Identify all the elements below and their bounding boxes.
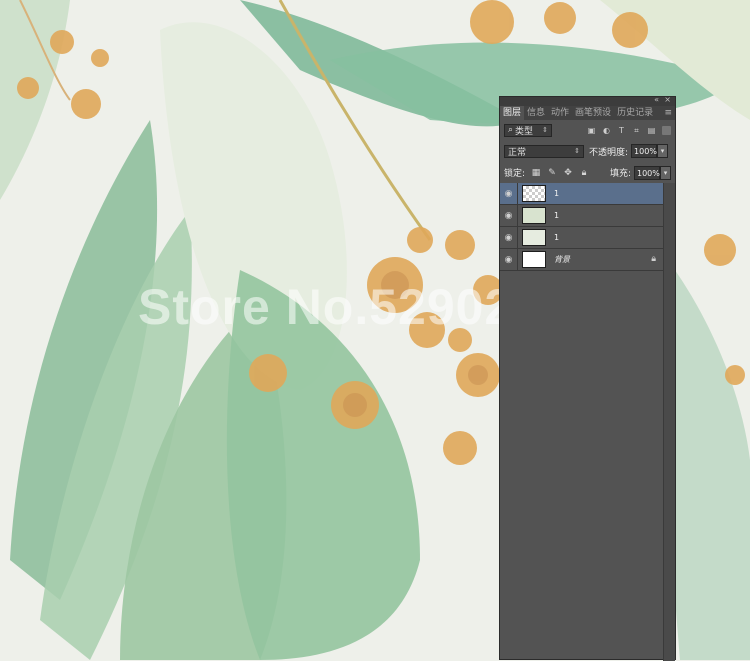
layer-name: 1 (554, 189, 560, 198)
fill-label: 填充: (609, 169, 631, 179)
layer-thumbnail (522, 185, 546, 202)
filter-toggle-icon[interactable] (662, 125, 671, 135)
chevron-down-icon: ⇕ (574, 147, 580, 155)
menu-icon[interactable]: ≡ (661, 106, 675, 120)
blend-mode-value: 正常 (508, 147, 527, 158)
divider (517, 227, 518, 248)
type-filter-icon[interactable]: T (617, 126, 626, 135)
eye-icon[interactable]: ◉ (500, 211, 517, 221)
fill-input[interactable]: 100% (634, 165, 660, 180)
chevron-down-icon: ⇕ (542, 126, 548, 134)
eye-icon[interactable]: ◉ (500, 189, 517, 199)
tab-history[interactable]: 历史记录 (614, 106, 656, 120)
smart-object-filter-icon[interactable]: ▤ (647, 126, 656, 135)
opacity-input[interactable]: 100% (631, 144, 658, 158)
lock-icon[interactable]: 🔒︎ (579, 168, 589, 178)
lock-transparent-icon[interactable]: ▦ (531, 168, 541, 178)
divider (517, 183, 518, 204)
layer-row[interactable]: ◉ 1 (500, 183, 664, 205)
shape-filter-icon[interactable]: ⌗ (632, 126, 641, 135)
divider (517, 205, 518, 226)
layers-list: ◉ 1 ◉ 1 ◉ 1 ◉ 背景 🔒︎ (500, 183, 664, 271)
layer-name: 背景 (554, 255, 570, 264)
layers-panel: « × 图层 信息 动作 画笔预设 历史记录 ≡ ⌕ 类型 ⇕ ▣ ◐ T ⌗ … (499, 95, 676, 661)
layers-scrollbar[interactable] (663, 183, 675, 661)
blend-mode-select[interactable]: 正常 ⇕ (504, 144, 584, 158)
panel-titlebar[interactable]: « × (500, 95, 675, 106)
layer-thumbnail (522, 229, 546, 246)
filter-label: 类型 (515, 126, 534, 137)
pixel-filter-icon[interactable]: ▣ (587, 126, 596, 135)
layer-filter-select[interactable]: ⌕ 类型 ⇕ (504, 123, 552, 137)
lock-row: 锁定: ▦ ✎ ✥ 🔒︎ 填充: 100% ▾ (500, 162, 675, 183)
layer-thumbnail (522, 251, 546, 268)
filter-row: ⌕ 类型 ⇕ ▣ ◐ T ⌗ ▤ (500, 120, 675, 140)
layer-name: 1 (554, 211, 560, 220)
opacity-dropdown-button[interactable]: ▾ (657, 144, 669, 158)
layer-row-background[interactable]: ◉ 背景 🔒︎ (500, 249, 664, 271)
double-chevron-icon[interactable]: « (654, 95, 659, 104)
tab-info[interactable]: 信息 (524, 106, 548, 120)
search-icon: ⌕ (508, 125, 514, 135)
eye-icon[interactable]: ◉ (500, 255, 517, 265)
layer-row[interactable]: ◉ 1 (500, 227, 664, 249)
tab-layers[interactable]: 图层 (500, 106, 525, 120)
layer-row[interactable]: ◉ 1 (500, 205, 664, 227)
lock-label: 锁定: (504, 169, 526, 179)
panel-tabs: 图层 信息 动作 画笔预设 历史记录 ≡ (500, 106, 675, 120)
tab-brush-presets[interactable]: 画笔预设 (572, 106, 614, 120)
tab-actions[interactable]: 动作 (548, 106, 572, 120)
lock-position-icon[interactable]: ✥ (563, 168, 573, 178)
divider (517, 249, 518, 270)
fill-dropdown-button[interactable]: ▾ (660, 165, 671, 180)
filter-icons: ▣ ◐ T ⌗ ▤ (587, 125, 671, 135)
eye-icon[interactable]: ◉ (500, 233, 517, 243)
layer-thumbnail (522, 207, 546, 224)
layer-name: 1 (554, 233, 560, 242)
lock-icon: 🔒︎ (651, 254, 656, 264)
opacity-label: 不透明度: (589, 147, 629, 158)
adjustment-filter-icon[interactable]: ◐ (602, 126, 611, 135)
close-icon[interactable]: × (664, 95, 671, 104)
lock-brush-icon[interactable]: ✎ (547, 168, 557, 178)
blend-row: 正常 ⇕ 不透明度: 100% ▾ (500, 140, 675, 162)
